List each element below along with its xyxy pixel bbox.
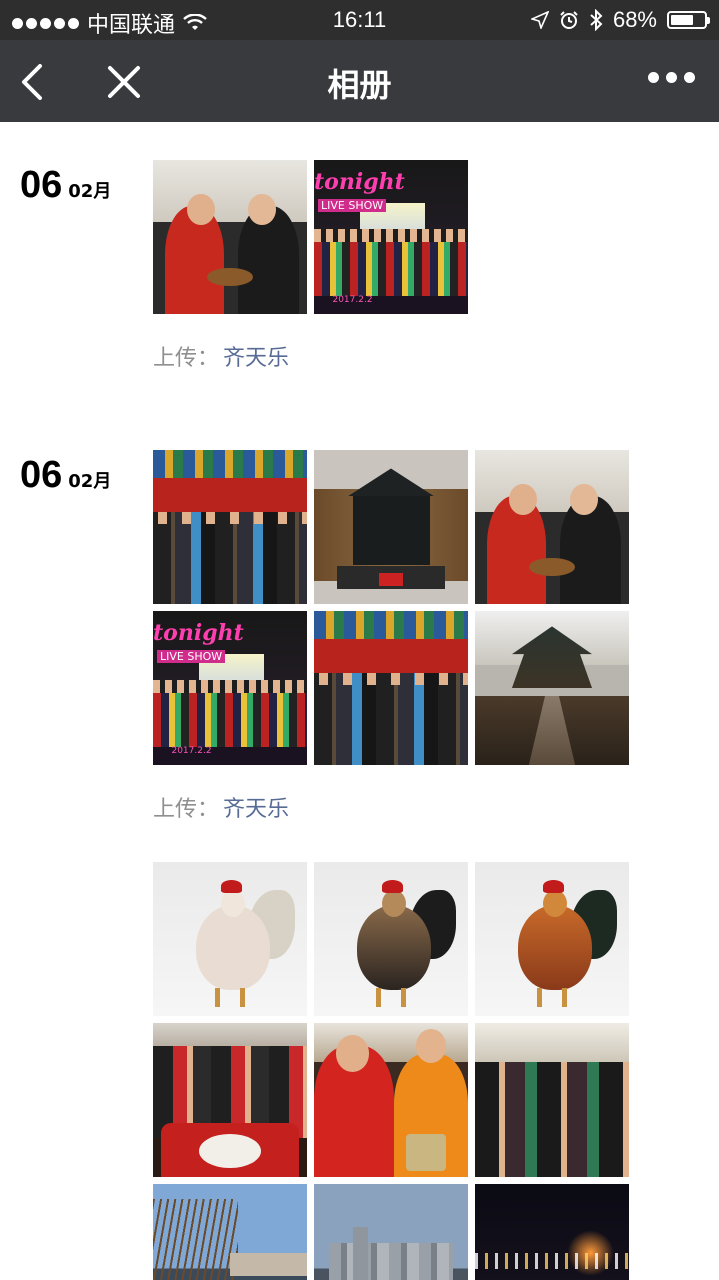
photo-caption: 2017.2.2 xyxy=(332,294,373,305)
date-day: 06 xyxy=(20,454,63,496)
post-date: 06 02月 xyxy=(20,164,111,207)
photo-thumbnail[interactable] xyxy=(475,1023,629,1177)
uploader-label: 上传： xyxy=(153,346,220,371)
photo-sign-subtext: LIVE SHOW xyxy=(318,198,387,212)
carrier-label: 中国联通 xyxy=(87,12,176,37)
photo-thumbnail[interactable] xyxy=(314,1023,468,1177)
photo-thumbnail[interactable] xyxy=(153,1184,307,1280)
uploader-name-link[interactable]: 齐天乐 xyxy=(223,797,289,822)
uploader-label: 上传： xyxy=(153,797,220,822)
photo-thumbnail[interactable] xyxy=(314,1184,468,1280)
battery-percent: 68% xyxy=(612,7,657,32)
alarm-icon xyxy=(560,11,578,29)
uploader-name-link[interactable]: 齐天乐 xyxy=(223,346,289,371)
photo-thumbnail[interactable] xyxy=(475,450,629,604)
photo-thumbnail[interactable] xyxy=(153,1023,307,1177)
photo-thumbnail[interactable] xyxy=(153,160,307,314)
status-left: 中国联通 xyxy=(12,7,207,39)
uploader-line: 上传： 齐天乐 xyxy=(153,791,289,823)
photo-thumbnail[interactable] xyxy=(475,611,629,765)
photo-thumbnail[interactable] xyxy=(153,862,307,1016)
photo-sign-text: tonight xyxy=(314,169,405,196)
date-day: 06 xyxy=(20,164,63,206)
uploader-line: 上传： 齐天乐 xyxy=(153,340,289,372)
page-title: 相册 xyxy=(327,66,392,104)
photo-caption: 2017.2.2 xyxy=(171,745,212,756)
photo-thumbnail[interactable] xyxy=(314,611,468,765)
wifi-icon xyxy=(183,14,207,30)
photo-thumbnail[interactable] xyxy=(475,1184,629,1280)
album-feed[interactable]: 06 02月 tonight LIVE SHOW 2017.2.2 上传： 齐天乐… xyxy=(0,122,719,1280)
photo-sign-text: tonight xyxy=(153,620,244,647)
status-bar: 中国联通 16:11 68% xyxy=(0,0,719,40)
photo-thumbnail[interactable]: tonight LIVE SHOW 2017.2.2 xyxy=(153,611,307,765)
date-month: 02月 xyxy=(68,181,112,202)
photo-thumbnail[interactable] xyxy=(153,450,307,604)
status-right: 68% xyxy=(530,7,710,33)
photo-sign-subtext: LIVE SHOW xyxy=(157,649,226,663)
battery-icon xyxy=(667,11,710,29)
bluetooth-icon xyxy=(590,9,603,31)
photo-thumbnail[interactable] xyxy=(314,862,468,1016)
photo-thumbnail[interactable]: tonight LIVE SHOW 2017.2.2 xyxy=(314,160,468,314)
photo-thumbnail[interactable] xyxy=(314,450,468,604)
date-month: 02月 xyxy=(68,471,112,492)
more-dots-icon[interactable] xyxy=(648,72,695,83)
location-arrow-icon xyxy=(530,11,549,29)
signal-dots-icon xyxy=(12,17,79,29)
photo-thumbnail[interactable] xyxy=(475,862,629,1016)
nav-bar: 相册 xyxy=(0,40,719,122)
post-date: 06 02月 xyxy=(20,454,111,497)
